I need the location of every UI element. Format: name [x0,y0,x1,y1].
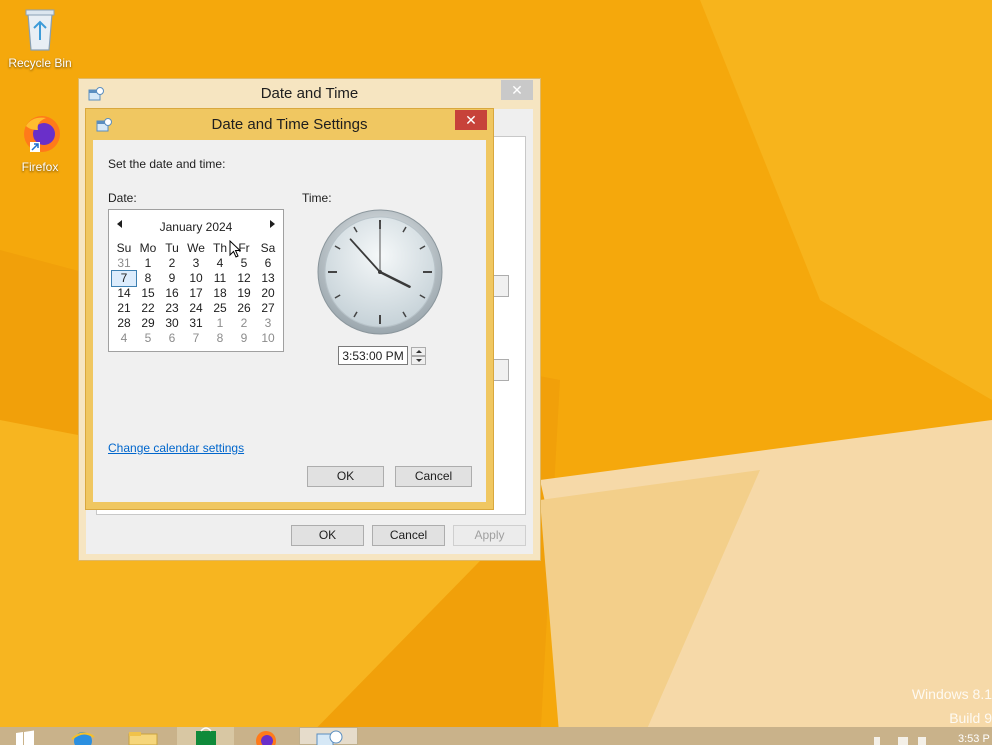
mouse-cursor-icon [229,240,241,258]
desktop-icon-recycle-bin[interactable]: Recycle Bin [0,6,80,70]
cancel-button[interactable]: Cancel [372,525,445,546]
calendar-day[interactable]: 14 [112,286,136,301]
time-spin-up[interactable] [411,347,426,356]
calendar-day[interactable]: 27 [256,301,280,316]
internet-explorer-icon[interactable] [68,727,98,745]
analog-clock [317,209,443,335]
calendar-day[interactable]: 18 [208,286,232,301]
close-button[interactable]: ✕ [501,80,533,100]
calendar-day-adjacent-month[interactable]: 31 [112,256,136,271]
calendar-day[interactable]: 25 [208,301,232,316]
firefox-label: Firefox [21,160,59,174]
hidden-button[interactable] [493,275,509,297]
calendar-day-adjacent-month[interactable]: 2 [232,316,256,331]
calendar-day-adjacent-month[interactable]: 3 [256,316,280,331]
calendar-grid: Su Mo Tu We Th Fr Sa 31 1 2 3 4 5 6 7 8 9 10 11 12 13 14 15 16… [111,241,280,346]
start-button-icon[interactable] [12,727,38,745]
calendar-day-adjacent-month[interactable]: 9 [232,331,256,346]
date-time-icon [316,730,343,745]
calendar-day-adjacent-month[interactable]: 4 [112,331,136,346]
time-field[interactable]: 3:53:00 PM [338,346,408,365]
calendar-day[interactable]: 21 [112,301,136,316]
hidden-button[interactable] [493,359,509,381]
calendar-day[interactable]: 19 [232,286,256,301]
recycle-bin-label: Recycle Bin [8,56,72,70]
desktop: Recycle Bin Firefox Windows 8.1 Build 9 … [0,0,992,745]
recycle-bin-icon [25,9,55,51]
window-title: Date and Time [260,85,359,102]
calendar-day-adjacent-month[interactable]: 1 [208,316,232,331]
calendar-day[interactable]: 16 [160,286,184,301]
calendar-day[interactable]: 31 [184,316,208,331]
date-label: Date: [108,191,137,205]
calendar[interactable]: January 2024 Su Mo Tu We Th Fr Sa 31 1 2 3 4 5 6 7 8 9 1… [108,209,284,352]
date-time-settings-dialog: Date and Time Settings ✕ Set the date an… [85,108,494,510]
windows-watermark-line1: Windows 8.1 [911,686,992,702]
firefox-icon [24,116,60,152]
calendar-day[interactable]: 1 [136,256,160,271]
time-spin-down[interactable] [411,356,426,365]
system-tray-icons[interactable] [872,731,932,745]
apply-button[interactable]: Apply [453,525,526,546]
desktop-icon-firefox[interactable]: Firefox [0,112,80,174]
weekday-header: Mo [139,241,157,255]
calendar-day[interactable]: 20 [256,286,280,301]
calendar-day[interactable]: 6 [256,256,280,271]
ok-button[interactable]: OK [307,466,384,487]
calendar-day[interactable]: 10 [184,271,208,286]
date-time-taskbar-button[interactable] [299,727,358,745]
close-button[interactable]: ✕ [455,110,487,130]
firefox-icon[interactable] [249,727,283,745]
weekday-header: Su [116,241,132,255]
calendar-day-adjacent-month[interactable]: 10 [256,331,280,346]
calendar-month-year[interactable]: January 2024 [109,220,283,234]
store-icon [196,727,216,745]
taskbar: 3:53 P [0,727,992,745]
file-explorer-icon[interactable] [126,727,160,745]
calendar-day[interactable]: 17 [184,286,208,301]
next-month-arrow-icon[interactable] [270,220,275,228]
calendar-day-adjacent-month[interactable]: 5 [136,331,160,346]
calendar-day[interactable]: 11 [208,271,232,286]
dialog-client: Set the date and time: Date: Time: Janua… [93,140,486,502]
calendar-day[interactable]: 8 [136,271,160,286]
instruction-text: Set the date and time: [108,157,226,171]
calendar-day[interactable]: 23 [160,301,184,316]
ok-button[interactable]: OK [291,525,364,546]
change-calendar-settings-link[interactable]: Change calendar settings [108,441,244,455]
calendar-day[interactable]: 3 [184,256,208,271]
store-taskbar-button[interactable] [177,727,234,745]
calendar-day[interactable]: 22 [136,301,160,316]
calendar-day-adjacent-month[interactable]: 7 [184,331,208,346]
calendar-day[interactable]: 13 [256,271,280,286]
calendar-day-adjacent-month[interactable]: 6 [160,331,184,346]
weekday-header: Sa [260,241,276,255]
calendar-day[interactable]: 12 [232,271,256,286]
weekday-header: We [187,241,205,255]
calendar-day[interactable]: 30 [160,316,184,331]
calendar-day-selected[interactable]: 7 [111,270,137,287]
cancel-button[interactable]: Cancel [395,466,472,487]
calendar-day-adjacent-month[interactable]: 8 [208,331,232,346]
calendar-day[interactable]: 29 [136,316,160,331]
calendar-day[interactable]: 15 [136,286,160,301]
taskbar-clock[interactable]: 3:53 P [958,733,990,745]
calendar-day[interactable]: 28 [112,316,136,331]
dialog-title: Date and Time Settings [211,116,368,133]
calendar-day[interactable]: 26 [232,301,256,316]
calendar-day[interactable]: 9 [160,271,184,286]
windows-watermark-line2: Build 9 [949,710,992,726]
time-label: Time: [302,191,332,205]
weekday-header: Tu [165,241,179,255]
calendar-day[interactable]: 24 [184,301,208,316]
tray-icons [874,737,926,745]
calendar-day[interactable]: 2 [160,256,184,271]
